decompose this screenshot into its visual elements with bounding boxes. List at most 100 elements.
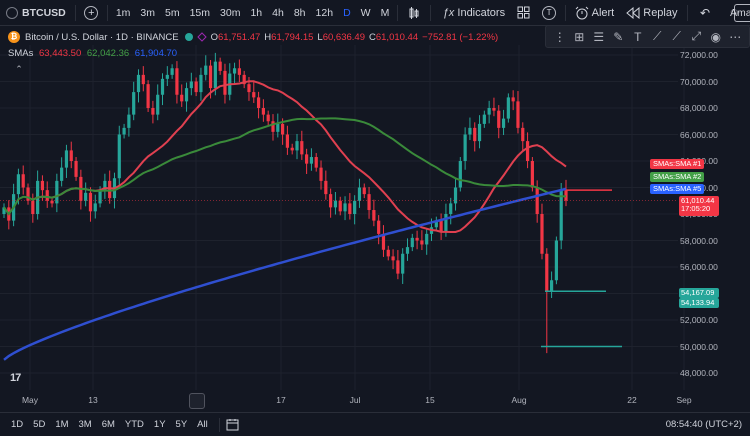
measure-icon[interactable]: ⤢ [688, 29, 704, 44]
range-all[interactable]: All [192, 419, 213, 430]
time-label: Sep [676, 395, 692, 405]
collapse-legend-icon[interactable]: ⌃ [12, 64, 26, 76]
layout-icon[interactable]: ⊞ [571, 30, 587, 44]
calendar-icon[interactable] [226, 418, 239, 431]
brush-icon[interactable]: ✎ [610, 30, 626, 44]
candle-body [396, 260, 400, 274]
time-label: 13 [88, 395, 98, 405]
candle-body [487, 108, 491, 115]
candle-body [482, 114, 486, 124]
chart-legend: ₿ Bitcoin / U.S. Dollar · 1D · BINANCE O… [8, 31, 498, 43]
range-1y[interactable]: 1Y [149, 419, 171, 430]
range-5y[interactable]: 5Y [171, 419, 193, 430]
candle-body [256, 97, 261, 108]
candle-body [516, 101, 520, 128]
sma2-value: 62,042.36 [86, 48, 130, 59]
sma3-value: 61,904.70 [134, 48, 178, 59]
candle-body [280, 123, 285, 135]
candle-body [468, 127, 472, 135]
candle-body [338, 200, 342, 212]
candle-body [261, 108, 265, 115]
candle-body [410, 237, 414, 248]
candle-body [290, 147, 294, 151]
candle-body [40, 180, 45, 191]
candle-body [497, 110, 501, 128]
eye-icon[interactable]: ◉ [708, 30, 724, 44]
ruler-icon[interactable]: ⟋ [669, 29, 685, 44]
countdown: 17:05:20 [681, 204, 711, 213]
candle-body [31, 200, 35, 214]
price-axis[interactable]: 72,000.0070,000.0068,000.0066,000.0064,0… [680, 45, 750, 390]
candle-body [189, 81, 193, 89]
range-3m[interactable]: 3M [74, 419, 97, 430]
candle-body [266, 114, 270, 122]
price-label: 52,000.00 [680, 315, 718, 325]
candle-body [74, 161, 78, 177]
candle-body [477, 123, 482, 142]
range-1m[interactable]: 1M [50, 419, 73, 430]
price-chart[interactable] [0, 0, 750, 436]
open-label: O [210, 31, 219, 43]
time-axis[interactable]: May13Jun17Jul15Aug22Sep [0, 395, 700, 409]
candle-body [84, 192, 88, 201]
time-label: May [21, 395, 39, 405]
time-label: Aug [511, 395, 527, 405]
grip-icon[interactable]: ⋮ [552, 30, 568, 44]
candle-body [213, 61, 217, 89]
bottom-toolbar: 1D 5D 1M 3M 6M YTD 1Y 5Y All 08:54:40 (UTC+2) [0, 412, 750, 436]
smas-legend[interactable]: SMAs 63,443.50 62,042.36 61,904.70 [8, 48, 177, 59]
candle-body [194, 81, 198, 93]
candle-body [208, 65, 213, 89]
trend-line-icon[interactable]: ⟋ [649, 29, 665, 44]
candle-body [271, 121, 275, 132]
time-label: 17 [276, 395, 286, 405]
time-label: 15 [425, 395, 435, 405]
candle-body [525, 141, 530, 161]
high-value: 61,794.15 [271, 31, 314, 43]
candle-body [343, 203, 347, 212]
candle-body [353, 200, 357, 214]
date-range-icon[interactable] [189, 393, 205, 409]
legend-title[interactable]: Bitcoin / U.S. Dollar · 1D · BINANCE [25, 32, 179, 43]
tradingview-logo[interactable]: 17 [10, 372, 21, 384]
level-tag-1: 54,167.09 [679, 288, 719, 298]
text-icon[interactable]: T [630, 30, 646, 44]
range-ytd[interactable]: YTD [120, 419, 149, 430]
clock[interactable]: 08:54:40 (UTC+2) [666, 419, 742, 430]
candle-body [136, 74, 141, 93]
price-label: 66,000.00 [680, 129, 718, 140]
candle-body [141, 74, 145, 85]
fib-icon[interactable]: ☰ [591, 30, 607, 44]
range-5d[interactable]: 5D [28, 419, 50, 430]
candle-body [377, 220, 381, 234]
price-label: 50,000.00 [680, 341, 718, 352]
candle-body [122, 127, 126, 135]
candle-body [554, 240, 558, 281]
candle-body [463, 134, 467, 161]
range-1d[interactable]: 1D [6, 419, 28, 430]
range-6m[interactable]: 6M [97, 419, 120, 430]
candle-body [386, 249, 390, 257]
candle-body [444, 214, 448, 232]
candle-body [50, 200, 54, 204]
price-label: 58,000.00 [680, 235, 718, 246]
candle-body [415, 237, 419, 241]
candle-body [98, 190, 102, 204]
time-label: Jul [349, 395, 361, 405]
candle-body [425, 233, 429, 245]
candle-body [276, 123, 280, 132]
more-icon[interactable]: ⋯ [727, 30, 743, 44]
candle-body [151, 108, 155, 115]
price-label: 70,000.00 [680, 76, 718, 87]
candle-body [300, 141, 304, 155]
candle-body [401, 253, 405, 274]
candle-body [559, 190, 563, 241]
candle-body [170, 68, 174, 75]
candle-body [285, 134, 290, 148]
candle-body [55, 180, 59, 204]
price-label: 68,000.00 [680, 103, 718, 113]
candle-body [64, 150, 69, 168]
close-label: C [368, 31, 376, 43]
candle-body [132, 92, 136, 115]
sma1-value: 63,443.50 [38, 48, 82, 59]
